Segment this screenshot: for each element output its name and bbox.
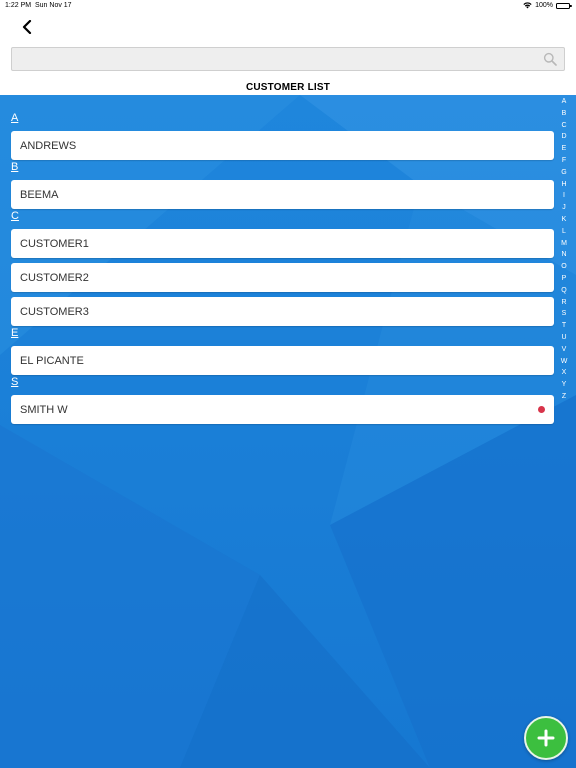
- alpha-index-y[interactable]: Y: [556, 381, 572, 388]
- alpha-index-z[interactable]: Z: [556, 393, 572, 400]
- section-header-c[interactable]: C: [11, 210, 19, 222]
- alpha-index-v[interactable]: V: [556, 346, 572, 353]
- alpha-index-b[interactable]: B: [556, 110, 572, 117]
- customer-name: SMITH W: [20, 403, 68, 416]
- alpha-index-m[interactable]: M: [556, 240, 572, 247]
- alpha-index-a[interactable]: A: [556, 98, 572, 105]
- customer-name: CUSTOMER1: [20, 237, 89, 250]
- alpha-index-x[interactable]: X: [556, 369, 572, 376]
- alpha-index-c[interactable]: C: [556, 122, 572, 129]
- section-header-a[interactable]: A: [11, 112, 18, 124]
- alpha-index-r[interactable]: R: [556, 299, 572, 306]
- search-icon[interactable]: [543, 52, 557, 66]
- battery-icon: [556, 2, 572, 9]
- page-title: CUSTOMER LIST: [245, 82, 331, 93]
- section-header-s[interactable]: S: [11, 376, 18, 388]
- customer-name: BEEMA: [20, 188, 59, 201]
- add-customer-button[interactable]: [524, 716, 568, 760]
- alpha-index-d[interactable]: D: [556, 133, 572, 140]
- customer-name: CUSTOMER3: [20, 305, 89, 318]
- search-box: [11, 47, 565, 71]
- alpha-index-n[interactable]: N: [556, 251, 572, 258]
- status-bar: 1:22 PM Sun Nov 17 100%: [0, 0, 576, 12]
- back-button[interactable]: [18, 18, 36, 36]
- alpha-index-p[interactable]: P: [556, 275, 572, 282]
- alpha-index-f[interactable]: F: [556, 157, 572, 164]
- list-item[interactable]: SMITH W: [11, 395, 554, 424]
- chevron-left-icon: [22, 20, 32, 34]
- section-header-e[interactable]: E: [11, 327, 18, 339]
- alpha-index-q[interactable]: Q: [556, 287, 572, 294]
- alpha-index-i[interactable]: I: [556, 192, 572, 199]
- status-time: 1:22 PM: [5, 2, 32, 9]
- battery-percent: 100%: [535, 2, 553, 9]
- alpha-index-e[interactable]: E: [556, 145, 572, 152]
- alpha-index-g[interactable]: G: [556, 169, 572, 176]
- customer-name: CUSTOMER2: [20, 271, 89, 284]
- alpha-index-k[interactable]: K: [556, 216, 572, 223]
- customer-name: ANDREWS: [20, 139, 77, 152]
- alpha-index-j[interactable]: J: [556, 204, 572, 211]
- status-right: 100%: [523, 2, 572, 9]
- section-header-b[interactable]: B: [11, 161, 18, 173]
- list-item[interactable]: BEEMA: [11, 180, 554, 209]
- alpha-index-l[interactable]: L: [556, 228, 572, 235]
- status-date: Sun Nov 17: [35, 2, 72, 9]
- list-item[interactable]: CUSTOMER2: [11, 263, 554, 292]
- list-item[interactable]: EL PICANTE: [11, 346, 554, 375]
- alpha-index-h[interactable]: H: [556, 181, 572, 188]
- alpha-index-u[interactable]: U: [556, 334, 572, 341]
- list-item[interactable]: CUSTOMER1: [11, 229, 554, 258]
- alpha-index-w[interactable]: W: [556, 358, 572, 365]
- search-input[interactable]: [12, 48, 532, 70]
- list-item[interactable]: ANDREWS: [11, 131, 554, 160]
- alpha-index-t[interactable]: T: [556, 322, 572, 329]
- plus-icon: [537, 729, 555, 747]
- alpha-index-s[interactable]: S: [556, 310, 572, 317]
- customer-name: EL PICANTE: [20, 354, 84, 367]
- alpha-index-o[interactable]: O: [556, 263, 572, 270]
- status-dot-icon: [538, 406, 545, 413]
- list-item[interactable]: CUSTOMER3: [11, 297, 554, 326]
- wifi-icon: [523, 2, 532, 9]
- customer-list-area: A ANDREWS B BEEMA C CUSTOMER1 CUSTOMER2 …: [0, 95, 576, 768]
